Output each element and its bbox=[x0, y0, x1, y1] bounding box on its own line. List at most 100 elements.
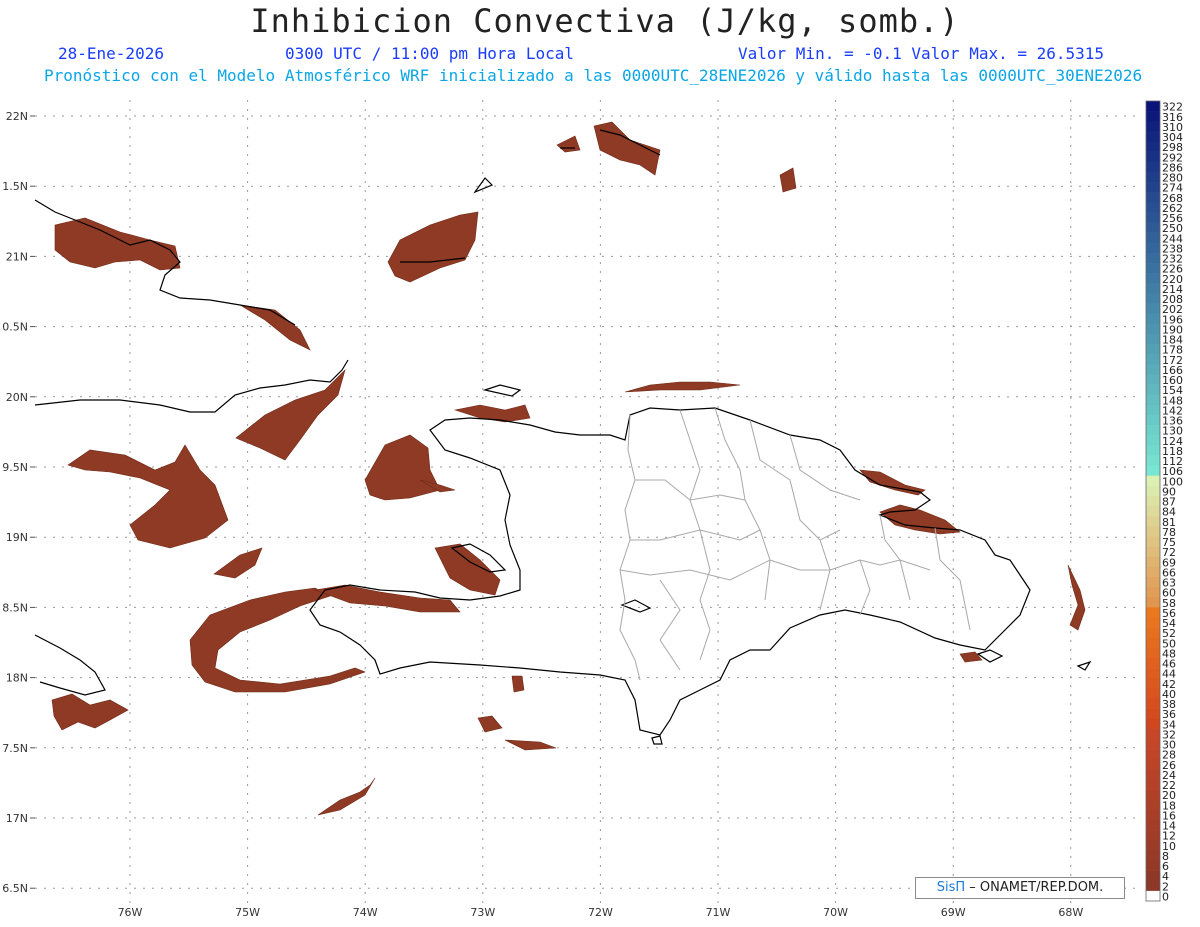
colorbar-swatch bbox=[1146, 688, 1160, 699]
colorbar-swatch bbox=[1146, 465, 1160, 476]
colorbar-swatch bbox=[1146, 738, 1160, 750]
colorbar-swatch bbox=[1146, 222, 1160, 233]
colorbar-swatch bbox=[1146, 890, 1160, 902]
colorbar-swatch bbox=[1146, 860, 1160, 871]
colorbar-swatch bbox=[1146, 566, 1160, 578]
colorbar-swatch bbox=[1146, 242, 1160, 254]
lat-label: 18N bbox=[6, 672, 28, 685]
colorbar-swatch bbox=[1146, 344, 1160, 355]
colorbar-swatch bbox=[1146, 425, 1160, 436]
lon-label: 71W bbox=[706, 906, 731, 919]
colorbar-swatch bbox=[1146, 121, 1160, 132]
colorbar-swatch bbox=[1146, 435, 1160, 446]
colorbar-swatch bbox=[1146, 789, 1160, 801]
colorbar-swatch bbox=[1146, 151, 1160, 163]
colorbar-swatch bbox=[1146, 323, 1160, 335]
colorbar-swatch bbox=[1146, 576, 1160, 588]
colorbar-swatch bbox=[1146, 657, 1160, 669]
colorbar-swatch bbox=[1146, 455, 1160, 466]
colorbar-swatch bbox=[1146, 404, 1160, 416]
colorbar-swatch bbox=[1146, 526, 1160, 537]
lat-label: 6.5N bbox=[2, 882, 28, 895]
colorbar-swatch bbox=[1146, 161, 1160, 173]
colorbar-swatch bbox=[1146, 475, 1160, 487]
colorbar-swatch bbox=[1146, 283, 1160, 294]
colorbar-swatch bbox=[1146, 647, 1160, 659]
colorbar-swatch bbox=[1146, 870, 1160, 882]
colorbar-swatch bbox=[1146, 627, 1160, 639]
colorbar-swatch bbox=[1146, 354, 1160, 365]
colorbar-swatch bbox=[1146, 293, 1160, 304]
field-patch bbox=[511, 675, 525, 693]
longitude-labels: 76W 75W 74W 73W 72W 71W 70W 69W 68W bbox=[118, 906, 1084, 919]
lon-label: 75W bbox=[235, 906, 260, 919]
credit-box: SisΠ – ONAMET/REP.DOM. bbox=[915, 877, 1125, 899]
colorbar-swatch bbox=[1146, 749, 1160, 760]
lon-label: 76W bbox=[118, 906, 143, 919]
colorbar-swatch bbox=[1146, 394, 1160, 406]
colorbar-swatch bbox=[1146, 759, 1160, 770]
colorbar-swatch bbox=[1146, 728, 1160, 740]
colorbar-swatch bbox=[1146, 202, 1160, 213]
colorbar-swatch bbox=[1146, 809, 1160, 821]
credit-text: – ONAMET/REP.DOM. bbox=[965, 880, 1104, 895]
lat-label: 20N bbox=[6, 391, 28, 404]
colorbar: 3223163103042982922862802742682622562502… bbox=[1145, 100, 1183, 904]
colorbar-label: 0 bbox=[1162, 891, 1169, 904]
colorbar-swatch bbox=[1146, 799, 1160, 811]
lon-label: 74W bbox=[353, 906, 378, 919]
colorbar-swatch bbox=[1146, 273, 1160, 284]
map-canvas: 22N 1.5N 21N 0.5N 20N 9.5N 19N 8.5N 18N 7.5N 17N 6.… bbox=[2, 100, 1183, 919]
sis-logo: SisΠ bbox=[936, 880, 966, 895]
colorbar-swatch bbox=[1146, 546, 1160, 557]
lat-label: 7.5N bbox=[2, 742, 28, 755]
colorbar-swatch bbox=[1146, 516, 1160, 527]
colorbar-swatch bbox=[1146, 850, 1160, 861]
colorbar-swatch bbox=[1146, 718, 1160, 730]
colorbar-swatch bbox=[1146, 263, 1160, 274]
colorbar-swatch bbox=[1146, 678, 1160, 689]
colorbar-swatch bbox=[1146, 111, 1160, 122]
colorbar-swatch bbox=[1146, 252, 1160, 264]
colorbar-swatch bbox=[1146, 617, 1160, 628]
colorbar-swatch bbox=[1146, 830, 1160, 841]
colorbar-swatch bbox=[1146, 313, 1160, 325]
colorbar-swatch bbox=[1146, 769, 1160, 780]
colorbar-swatch bbox=[1146, 182, 1160, 193]
lon-label: 73W bbox=[470, 906, 495, 919]
lat-label: 0.5N bbox=[2, 321, 28, 334]
colorbar-swatch bbox=[1146, 192, 1160, 203]
lon-label: 69W bbox=[941, 906, 966, 919]
colorbar-swatch bbox=[1146, 232, 1160, 244]
colorbar-swatch bbox=[1146, 333, 1160, 345]
colorbar-swatch bbox=[1146, 101, 1160, 112]
colorbar-swatch bbox=[1146, 698, 1160, 709]
colorbar-swatch bbox=[1146, 414, 1160, 426]
colorbar-swatch bbox=[1146, 536, 1160, 547]
lat-label: 1.5N bbox=[2, 180, 28, 193]
colorbar-swatch bbox=[1146, 131, 1160, 142]
colorbar-swatch bbox=[1146, 668, 1160, 679]
lon-label: 68W bbox=[1058, 906, 1083, 919]
lat-label: 17N bbox=[6, 812, 28, 825]
colorbar-swatch bbox=[1146, 880, 1160, 892]
lon-label: 70W bbox=[823, 906, 848, 919]
colorbar-swatch bbox=[1146, 141, 1160, 152]
colorbar-swatch bbox=[1146, 819, 1160, 831]
colorbar-swatch bbox=[1146, 597, 1160, 608]
colorbar-swatch bbox=[1146, 779, 1160, 790]
lat-label: 8.5N bbox=[2, 601, 28, 614]
lat-label: 9.5N bbox=[2, 461, 28, 474]
colorbar-swatch bbox=[1146, 171, 1160, 183]
colorbar-swatch bbox=[1146, 303, 1160, 314]
colorbar-swatch bbox=[1146, 506, 1160, 517]
colorbar-swatch bbox=[1146, 485, 1160, 497]
colorbar-swatch bbox=[1146, 212, 1160, 223]
colorbar-swatch bbox=[1146, 637, 1160, 649]
lat-label: 19N bbox=[6, 531, 28, 544]
colorbar-swatch bbox=[1146, 495, 1160, 507]
latitude-labels: 22N 1.5N 21N 0.5N 20N 9.5N 19N 8.5N 18N 7.5N 17N 6.… bbox=[2, 110, 28, 895]
colorbar-swatch bbox=[1146, 384, 1160, 395]
colorbar-swatch bbox=[1146, 840, 1160, 851]
colorbar-swatch bbox=[1146, 374, 1160, 385]
